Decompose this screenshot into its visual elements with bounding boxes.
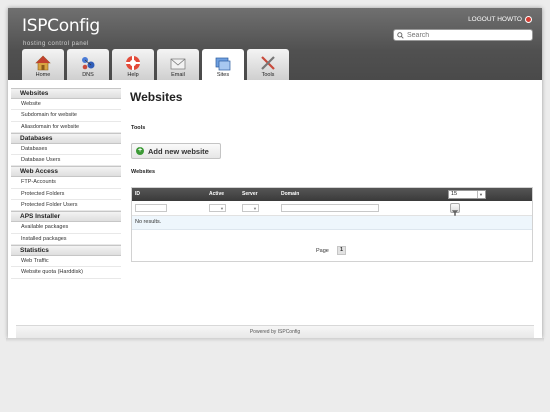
filter-row: ▼ ▼ <box>132 201 532 216</box>
tab-label: Tools <box>261 72 275 78</box>
sidebar-item-databases[interactable]: Databases <box>11 144 121 156</box>
chevron-down-icon: ▼ <box>253 206 257 211</box>
add-new-website-button[interactable]: + Add new website <box>131 143 221 159</box>
sidebar-section-aps-installer: APS Installer <box>11 211 121 223</box>
tab-label: Home <box>35 72 51 78</box>
main-content: Websites Tools + Add new website Website… <box>129 88 534 262</box>
sidebar-item-ftp-accounts[interactable]: FTP-Accounts <box>11 177 121 189</box>
tools-icon <box>261 56 275 70</box>
column-active[interactable]: Active <box>209 191 224 197</box>
frame-shadow <box>6 338 544 342</box>
page-label: Page <box>316 248 329 254</box>
table-header: ID Active Server Domain 15 ▼ <box>132 188 532 201</box>
logout-link[interactable]: LOGOUT HOWTO <box>468 16 532 23</box>
tab-dns[interactable]: DNS <box>67 49 109 80</box>
filter-button[interactable] <box>450 203 460 216</box>
main-tabs: Home DNS Help Email Sites Tools <box>22 49 289 80</box>
add-button-label: Add new website <box>148 146 209 156</box>
sidebar-item-website-quota[interactable]: Website quota (Harddisk) <box>11 267 121 279</box>
tools-label: Tools <box>131 125 146 131</box>
pagination: Page 1 <box>132 241 532 262</box>
filter-domain-input[interactable] <box>281 204 379 212</box>
sites-icon <box>215 57 231 71</box>
tab-tools[interactable]: Tools <box>247 49 289 80</box>
filter-server-select[interactable]: ▼ <box>242 204 259 212</box>
sidebar-item-protected-folders[interactable]: Protected Folders <box>11 189 121 201</box>
page-number-button[interactable]: 1 <box>337 246 346 255</box>
help-icon <box>126 56 140 70</box>
sidebar-item-protected-folder-users[interactable]: Protected Folder Users <box>11 200 121 212</box>
search-input[interactable] <box>407 30 527 40</box>
tab-sites[interactable]: Sites <box>202 49 244 80</box>
tab-label: Email <box>171 72 185 78</box>
websites-list-label: Websites <box>131 169 156 175</box>
records-per-page-select[interactable]: 15 ▼ <box>448 190 486 199</box>
sidebar-item-web-traffic[interactable]: Web Traffic <box>11 256 121 268</box>
email-icon <box>170 58 186 70</box>
search-icon <box>397 31 404 39</box>
sidebar-section-databases: Databases <box>11 132 121 144</box>
search-box[interactable] <box>393 29 533 41</box>
filter-active-select[interactable]: ▼ <box>209 204 226 212</box>
tab-label: Sites <box>216 72 230 78</box>
filter-id-input[interactable] <box>135 204 167 212</box>
tab-home[interactable]: Home <box>22 49 64 80</box>
tab-email[interactable]: Email <box>157 49 199 80</box>
app-frame: ISPConfig hosting control panel LOGOUT H… <box>8 8 542 338</box>
sidebar-section-statistics: Statistics <box>11 244 121 256</box>
sidebar: Websites Website Subdomain for website A… <box>11 88 121 279</box>
sidebar-item-installed-packages[interactable]: Installed packages <box>11 234 121 245</box>
tab-help[interactable]: Help <box>112 49 154 80</box>
header: ISPConfig hosting control panel LOGOUT H… <box>8 8 542 80</box>
sidebar-item-database-users[interactable]: Database Users <box>11 155 121 167</box>
logout-label[interactable]: LOGOUT HOWTO <box>468 16 522 23</box>
tab-label: Help <box>127 72 139 78</box>
column-domain[interactable]: Domain <box>281 191 299 197</box>
sidebar-item-available-packages[interactable]: Available packages <box>11 222 121 234</box>
plus-icon: + <box>136 147 144 155</box>
funnel-icon <box>451 210 459 216</box>
column-server[interactable]: Server <box>242 191 258 197</box>
sidebar-item-aliasdomain[interactable]: Aliasdomain for website <box>11 122 121 133</box>
page-title: Websites <box>130 90 183 104</box>
websites-table: ID Active Server Domain 15 ▼ ▼ ▼ No resu… <box>131 187 533 262</box>
chevron-down-icon: ▼ <box>220 206 224 211</box>
sidebar-section-web-access: Web Access <box>11 166 121 178</box>
column-id[interactable]: ID <box>135 191 140 197</box>
sidebar-item-website[interactable]: Website <box>11 99 121 111</box>
records-per-page-value: 15 <box>451 191 458 197</box>
logo: ISPConfig <box>22 16 100 36</box>
tab-label: DNS <box>82 72 94 78</box>
dns-icon <box>82 57 95 70</box>
sidebar-section-websites: Websites <box>11 88 121 99</box>
logout-icon[interactable] <box>525 16 532 23</box>
no-results-row: No results. <box>132 216 532 230</box>
chevron-down-icon: ▼ <box>477 191 484 198</box>
sidebar-item-subdomain[interactable]: Subdomain for website <box>11 110 121 122</box>
tagline: hosting control panel <box>23 41 89 47</box>
footer: Powered by ISPConfig <box>16 325 534 338</box>
home-icon <box>35 55 51 71</box>
